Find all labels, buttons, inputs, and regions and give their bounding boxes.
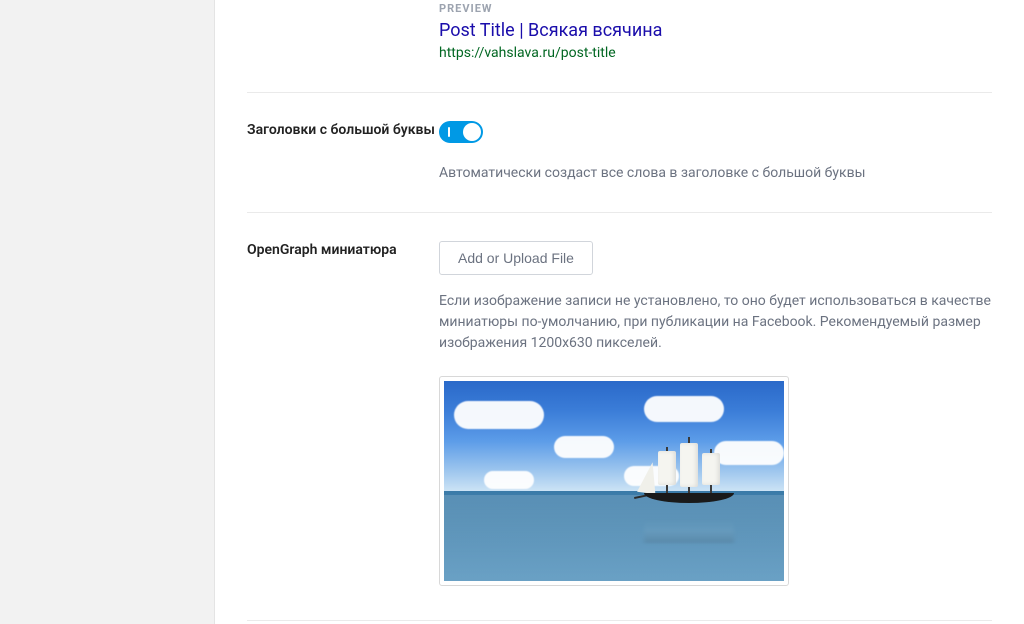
toggle-on-icon [448,127,450,137]
thumbnail-preview[interactable] [439,376,789,586]
preview-title-link[interactable]: Post Title | Всякая всячина [439,19,992,42]
capitalize-toggle[interactable] [439,121,483,143]
divider [247,212,992,213]
settings-panel: PREVIEW Post Title | Всякая всячина http… [214,0,1024,624]
og-thumb-label: OpenGraph миниатюра [247,241,439,586]
capitalize-label: Заголовки с большой буквы [247,121,439,184]
thumbnail-image [444,381,784,581]
og-thumb-helper: Если изображение записи не установлено, … [439,291,992,354]
preview-url: https://vahslava.ru/post-title [439,44,992,64]
upload-file-button[interactable]: Add or Upload File [439,241,593,275]
divider [247,620,992,621]
toggle-knob [463,123,481,141]
capitalize-helper: Автоматически создаст все слова в заголо… [439,163,992,184]
preview-heading: PREVIEW [439,2,992,15]
divider [247,92,992,93]
preview-label-col [247,2,439,64]
